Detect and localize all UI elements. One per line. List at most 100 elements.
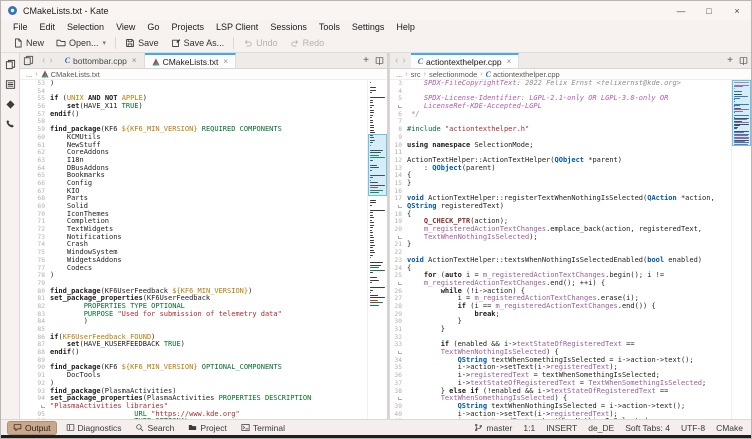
minimap-bar — [370, 205, 372, 206]
documents-list-button[interactable] — [20, 53, 37, 68]
new-button[interactable]: New — [7, 36, 50, 51]
output-tool-button[interactable]: Output — [7, 421, 57, 435]
menu-view[interactable]: View — [110, 22, 141, 32]
right-minimap-scrollbar[interactable] — [731, 80, 751, 419]
minimap-bar — [370, 92, 372, 93]
line-number: 77 — [20, 265, 50, 273]
save-button[interactable]: Save — [119, 36, 165, 51]
tab-nav-back-button[interactable]: ‹ — [393, 55, 400, 66]
split-view-icon — [375, 56, 384, 65]
menu-go[interactable]: Go — [141, 22, 165, 32]
minimap-bar — [370, 100, 373, 101]
menu-projects[interactable]: Projects — [165, 22, 210, 32]
minimap-viewport[interactable] — [732, 80, 751, 146]
tab-nav-forward-button[interactable]: › — [400, 55, 407, 66]
tab-close-icon[interactable]: × — [132, 56, 137, 65]
line-number: 32 — [390, 334, 407, 342]
line-number — [390, 280, 407, 288]
left-code-area[interactable]: 53)5455if (UNIX AND NOT APPLE)56 set(HAV… — [20, 80, 367, 419]
code-line: LicenseRef-KDE-Accepted-LGPL — [390, 103, 731, 111]
line-number: 29 — [390, 311, 407, 319]
code-line: QString registeredText) — [390, 203, 731, 211]
terminal-tool-button[interactable]: Terminal — [236, 422, 290, 434]
minimap-bar — [370, 280, 379, 281]
tab-nav-forward-button[interactable]: › — [47, 55, 54, 66]
line-number: 10 — [390, 142, 407, 150]
tab-CMakeLists-txt[interactable]: CMakeLists.txt× — [145, 53, 236, 68]
project-icon — [5, 99, 16, 110]
menu-help[interactable]: Help — [390, 22, 421, 32]
breadcrumb-item[interactable]: Cactiontexthelper.cpp — [486, 70, 560, 79]
tab-nav-back-button[interactable]: ‹ — [40, 55, 47, 66]
minimap-bar — [370, 235, 373, 236]
menu-sessions[interactable]: Sessions — [264, 22, 313, 32]
undo-button[interactable]: Undo — [237, 36, 284, 51]
line-number: 4 — [390, 88, 407, 96]
undo-label: Undo — [256, 38, 278, 48]
open-button[interactable]: Open...▾ — [50, 36, 112, 51]
tab-close-icon[interactable]: × — [223, 57, 228, 66]
line-number: 13 — [390, 165, 407, 173]
right-code-area[interactable]: 3 SPDX-FileCopyrightText: 2022 Felix Ern… — [390, 80, 731, 419]
breadcrumb-item[interactable]: selectionmode — [429, 70, 477, 79]
menu-file[interactable]: File — [7, 22, 34, 32]
tab-settings-status[interactable]: Soft Tabs: 4 — [625, 423, 670, 433]
symbols-tool-button[interactable] — [5, 119, 15, 129]
redo-button[interactable]: Redo — [284, 36, 331, 51]
minimap-bar — [370, 97, 385, 98]
tab-label: bottombar.cpp — [73, 56, 127, 66]
main-area: ‹›Cbottombar.cpp×CMakeLists.txt×+...›CMa… — [1, 53, 751, 419]
code-line: 53) — [20, 80, 367, 88]
minimap-viewport[interactable] — [368, 134, 387, 196]
line-number: 20 — [390, 226, 407, 234]
documents-tool-button[interactable] — [5, 59, 16, 70]
line-number: 60 — [20, 134, 50, 142]
encoding-status[interactable]: UTF-8 — [681, 423, 705, 433]
code-text: endif() — [50, 111, 80, 119]
line-number: 14 — [390, 172, 407, 180]
tab-actiontexthelper-cpp[interactable]: Cactiontexthelper.cpp× — [411, 53, 520, 68]
project-tool-button[interactable]: Project — [183, 422, 231, 434]
breadcrumb-item[interactable]: src — [411, 70, 421, 79]
filesystem-tool-button[interactable] — [5, 79, 16, 90]
wrap-marker-icon — [41, 405, 45, 408]
line-number: 56 — [20, 103, 50, 111]
line-number: 40 — [390, 411, 407, 419]
git-branch-status[interactable]: master — [474, 423, 512, 433]
new-tab-button[interactable]: + — [724, 53, 736, 68]
line-number: 21 — [390, 241, 407, 249]
tab-close-icon[interactable]: × — [507, 57, 512, 66]
save-as-button[interactable]: Save As... — [165, 36, 231, 51]
search-tool-button[interactable]: Search — [130, 422, 179, 434]
project-tool-button[interactable] — [5, 99, 16, 110]
menu-tools[interactable]: Tools — [313, 22, 346, 32]
close-button[interactable]: × — [723, 1, 751, 20]
tab-bottombar-cpp[interactable]: Cbottombar.cpp × — [58, 53, 145, 68]
input-mode-status[interactable]: INSERT — [546, 423, 577, 433]
cmake-file-icon — [41, 70, 49, 78]
code-line: 31 } — [390, 326, 731, 334]
new-tab-button[interactable]: + — [360, 53, 372, 68]
breadcrumb-item[interactable]: ... — [396, 70, 402, 79]
maximize-button[interactable]: □ — [695, 1, 723, 20]
menu-edit[interactable]: Edit — [34, 22, 62, 32]
left-minimap-scrollbar[interactable] — [367, 80, 387, 419]
cpp-file-icon: C — [65, 56, 70, 65]
bottom-bar: Output DiagnosticsSearch Project Terminal m… — [1, 419, 751, 435]
menu-settings[interactable]: Settings — [346, 22, 391, 32]
diagnostics-tool-button[interactable]: Diagnostics — [61, 422, 127, 434]
split-view-button[interactable] — [736, 53, 751, 68]
dictionary-status[interactable]: de_DE — [588, 423, 614, 433]
split-view-button[interactable] — [372, 53, 387, 68]
breadcrumb-item[interactable]: ... — [26, 70, 32, 79]
breadcrumb-separator-icon: › — [405, 71, 407, 78]
code-text: } — [407, 326, 445, 334]
menu-lsp-client[interactable]: LSP Client — [210, 22, 264, 32]
cursor-position-status[interactable]: 1:1 — [523, 423, 535, 433]
code-text: using namespace SelectionMode; — [407, 142, 533, 150]
syntax-mode-status[interactable]: CMake — [716, 423, 743, 433]
menu-selection[interactable]: Selection — [61, 22, 110, 32]
breadcrumb-item[interactable]: CMakeLists.txt — [41, 70, 100, 79]
minimize-button[interactable]: — — [667, 1, 695, 20]
minimap-bar — [370, 252, 375, 253]
